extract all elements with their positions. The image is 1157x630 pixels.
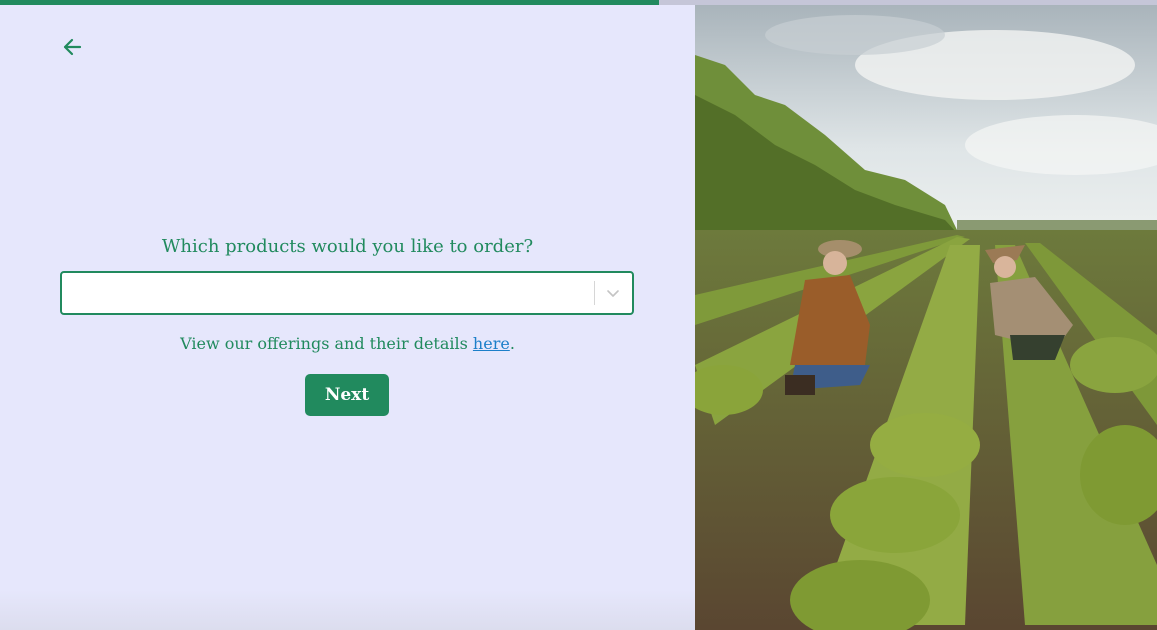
farm-field-photo <box>695 5 1157 630</box>
select-separator <box>594 281 595 305</box>
farm-field-illustration <box>695 5 1157 630</box>
helper-text: View our offerings and their details her… <box>0 334 695 353</box>
offerings-link[interactable]: here <box>473 334 510 353</box>
helper-prefix: View our offerings and their details <box>180 334 473 353</box>
next-button[interactable]: Next <box>305 374 389 416</box>
helper-suffix: . <box>509 334 515 353</box>
question-label: Which products would you like to order? <box>161 236 534 257</box>
arrow-left-icon <box>63 38 82 56</box>
products-select[interactable] <box>60 271 634 315</box>
bottom-fade <box>0 590 695 630</box>
back-button[interactable] <box>58 33 86 61</box>
chevron-down-icon[interactable] <box>604 284 622 302</box>
form-panel: Which products would you like to order? … <box>0 5 695 630</box>
